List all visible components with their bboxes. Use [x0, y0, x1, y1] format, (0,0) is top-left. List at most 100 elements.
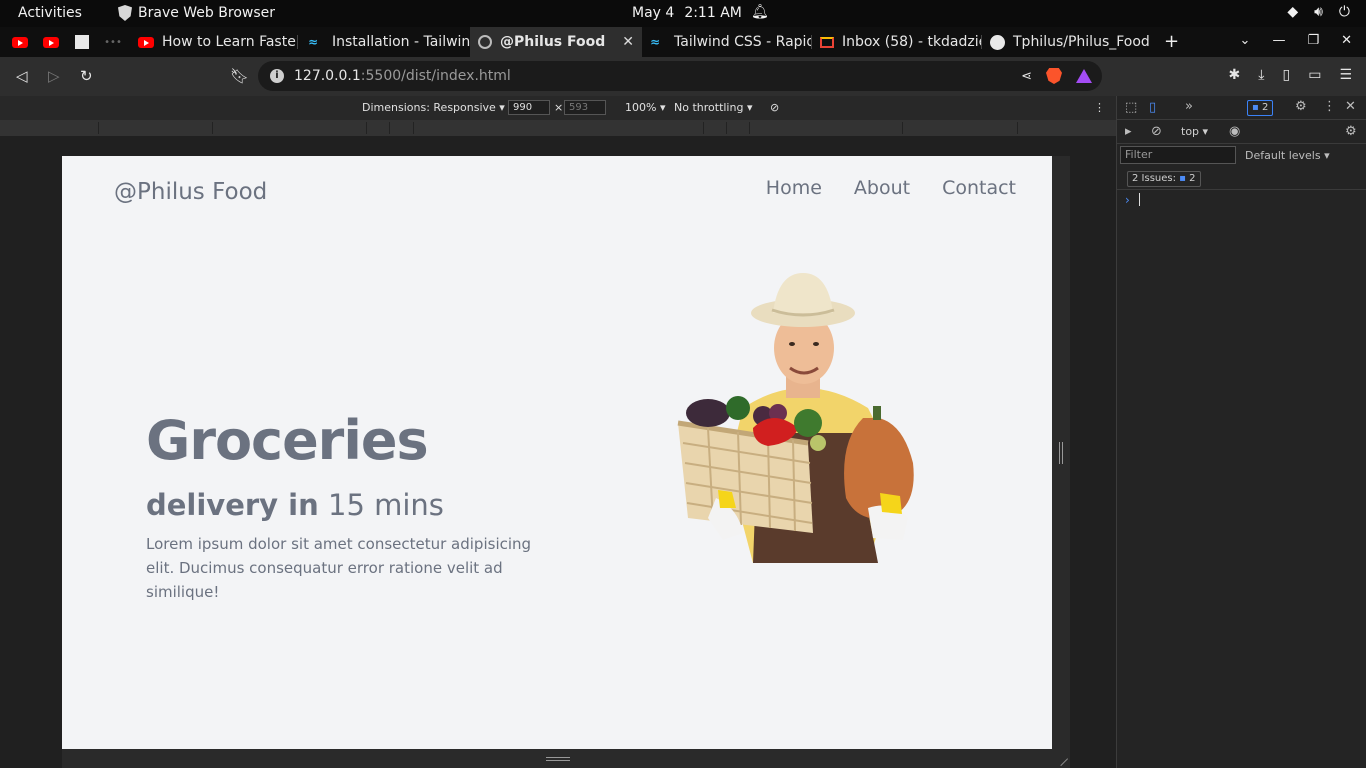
tab-tailwind-css[interactable]: ≈ Tailwind CSS - Rapid — [642, 27, 812, 57]
tab-youtube[interactable]: How to Learn Faster — [130, 27, 298, 57]
console-prompt-icon: › — [1125, 193, 1130, 207]
console-filter-input[interactable]: Filter — [1120, 146, 1236, 164]
zoom-select[interactable]: 100% ▾ — [625, 101, 665, 114]
pinned-tab-more[interactable]: ••• — [98, 27, 128, 57]
new-tab-button[interactable]: + — [1164, 31, 1179, 52]
brave-shields-icon[interactable] — [1046, 68, 1062, 84]
tab-search-icon[interactable]: ⌄ — [1240, 33, 1251, 48]
nav-home[interactable]: Home — [766, 177, 822, 199]
rotate-icon[interactable]: ⊘ — [770, 101, 779, 114]
tab-title: Inbox (58) - tkdadzie — [842, 34, 982, 50]
sidebar-icon[interactable]: ▯ — [1282, 67, 1290, 83]
menu-icon[interactable]: ☰ — [1339, 67, 1352, 83]
media-query-marker — [389, 122, 390, 134]
address-bar-actions: ⋖ — [1021, 68, 1092, 84]
context-select[interactable]: top ▾ — [1181, 125, 1208, 138]
site-brand[interactable]: @Philus Food — [114, 179, 267, 205]
tab-philus-food[interactable]: @Philus Food ✕ — [470, 27, 642, 57]
emulated-page: @Philus Food Home About Contact Grocerie… — [62, 156, 1052, 749]
brave-rewards-icon[interactable] — [1076, 69, 1092, 83]
nav-contact[interactable]: Contact — [942, 177, 1016, 199]
resize-grip-icon — [546, 757, 570, 761]
clock[interactable]: May 4 2:11 AM — [632, 5, 742, 21]
wallet-icon[interactable]: ▭ — [1308, 67, 1321, 83]
hero-subtitle-rest: 15 mins — [318, 488, 444, 522]
url-path: :5500/dist/index.html — [360, 68, 511, 84]
minimize-icon[interactable]: — — [1272, 33, 1285, 48]
inspect-icon[interactable]: ⬚ — [1125, 100, 1137, 115]
tailwind-icon: ≈ — [308, 35, 319, 49]
devtools-header: ⬚ ▯ » ▪ 2 ⚙ ⋮ ✕ — [1117, 96, 1366, 120]
maximize-icon[interactable]: ❐ — [1307, 33, 1319, 48]
url-host: 127.0.0.1 — [294, 68, 361, 84]
issues-badge[interactable]: ▪ 2 — [1247, 100, 1274, 116]
bookmark-icon[interactable]: 🔖︎ — [230, 67, 249, 85]
viewport-resize-handle-right[interactable] — [1052, 156, 1070, 749]
eye-icon[interactable]: ◉ — [1229, 124, 1240, 139]
issues-link[interactable]: 2 Issues: ▪ 2 — [1127, 171, 1201, 187]
pinned-tab-doc[interactable] — [67, 27, 97, 57]
address-bar[interactable]: i 127.0.0.1:5500/dist/index.html ⋖ — [258, 61, 1102, 91]
more-options-icon[interactable]: ⋮ — [1094, 101, 1105, 114]
media-query-marker — [98, 122, 99, 134]
viewport-resize-handle-bottom[interactable] — [62, 749, 1070, 768]
forward-icon[interactable]: ▷ — [48, 67, 60, 85]
site-nav: Home About Contact — [766, 177, 1016, 199]
clear-console-icon[interactable]: ⊘ — [1151, 124, 1162, 139]
hero-subtitle-bold: delivery in — [146, 488, 319, 522]
pinned-tab-youtube-1[interactable] — [5, 27, 35, 57]
settings-icon[interactable]: ⚙ — [1295, 99, 1307, 114]
media-query-bar[interactable] — [0, 120, 1116, 136]
tab-title: Tailwind CSS - Rapid — [674, 34, 812, 50]
console-input-caret[interactable] — [1139, 193, 1140, 206]
browser-toolbar: ◁ ▷ ↻ 🔖︎ i 127.0.0.1:5500/dist/index.htm… — [0, 57, 1366, 96]
site-info-icon[interactable]: i — [270, 69, 284, 83]
power-icon: ⏻ — [1338, 4, 1350, 20]
activities-button[interactable]: Activities — [18, 5, 82, 21]
nav-about[interactable]: About — [854, 177, 910, 199]
share-icon[interactable]: ⋖ — [1021, 69, 1032, 84]
close-tab-icon[interactable]: ✕ — [622, 34, 634, 50]
device-toggle-icon[interactable]: ▯ — [1149, 100, 1156, 115]
height-input[interactable]: 593 — [564, 100, 606, 115]
dimensions-select[interactable]: Dimensions: Responsive ▾ — [362, 101, 505, 114]
window-controls: ⌄ — ❐ ✕ — [1240, 33, 1352, 48]
app-name: Brave Web Browser — [138, 5, 275, 21]
tab-github[interactable]: Tphilus/Philus_Food — [982, 27, 1152, 57]
throttling-select[interactable]: No throttling ▾ — [674, 101, 752, 114]
tab-tailwind-install[interactable]: ≈ Installation - Tailwind — [300, 27, 470, 57]
media-query-marker — [749, 122, 750, 134]
width-input[interactable]: 990 — [508, 100, 550, 115]
brave-icon — [118, 5, 132, 21]
more-tabs-icon[interactable]: » — [1185, 99, 1193, 114]
reload-icon[interactable]: ↻ — [80, 67, 93, 85]
bell-icon: 🔔︎ — [751, 4, 769, 20]
tailwind-icon: ≈ — [650, 35, 661, 49]
media-query-marker — [366, 122, 367, 134]
close-window-icon[interactable]: ✕ — [1341, 33, 1352, 48]
close-devtools-icon[interactable]: ✕ — [1345, 99, 1356, 114]
tab-gmail[interactable]: Inbox (58) - tkdadzie — [812, 27, 982, 57]
times-icon: × — [554, 101, 564, 114]
sidebar-toggle-icon[interactable]: ▸ — [1125, 124, 1132, 139]
kebab-icon[interactable]: ⋮ — [1323, 99, 1336, 114]
farmer-with-vegetables-image — [677, 273, 914, 563]
resize-corner-icon[interactable] — [1053, 751, 1069, 767]
console-settings-icon[interactable]: ⚙ — [1345, 124, 1357, 139]
media-query-marker — [726, 122, 727, 134]
hero-description: Lorem ipsum dolor sit amet consectetur a… — [146, 535, 532, 601]
toolbar-extensions: ✱ ⤓ ▯ ▭ ☰ — [1229, 67, 1352, 83]
github-icon — [990, 34, 1005, 50]
youtube-icon — [43, 36, 59, 48]
issues-badge-count: 2 — [1189, 173, 1196, 184]
downloads-icon[interactable]: ⤓ — [1258, 67, 1264, 83]
log-levels-select[interactable]: Default levels ▾ — [1245, 149, 1330, 162]
extensions-icon[interactable]: ✱ — [1229, 67, 1241, 83]
issues-row: 2 Issues: ▪ 2 — [1117, 168, 1366, 190]
issues-label: 2 Issues: — [1132, 173, 1176, 184]
url-text[interactable]: 127.0.0.1:5500/dist/index.html — [294, 68, 511, 84]
system-tray[interactable]: ◆ 🔊︎ ⏻ — [1287, 4, 1350, 20]
pinned-tab-youtube-2[interactable] — [36, 27, 66, 57]
back-icon[interactable]: ◁ — [16, 67, 28, 85]
app-menu[interactable]: Brave Web Browser — [118, 5, 275, 21]
